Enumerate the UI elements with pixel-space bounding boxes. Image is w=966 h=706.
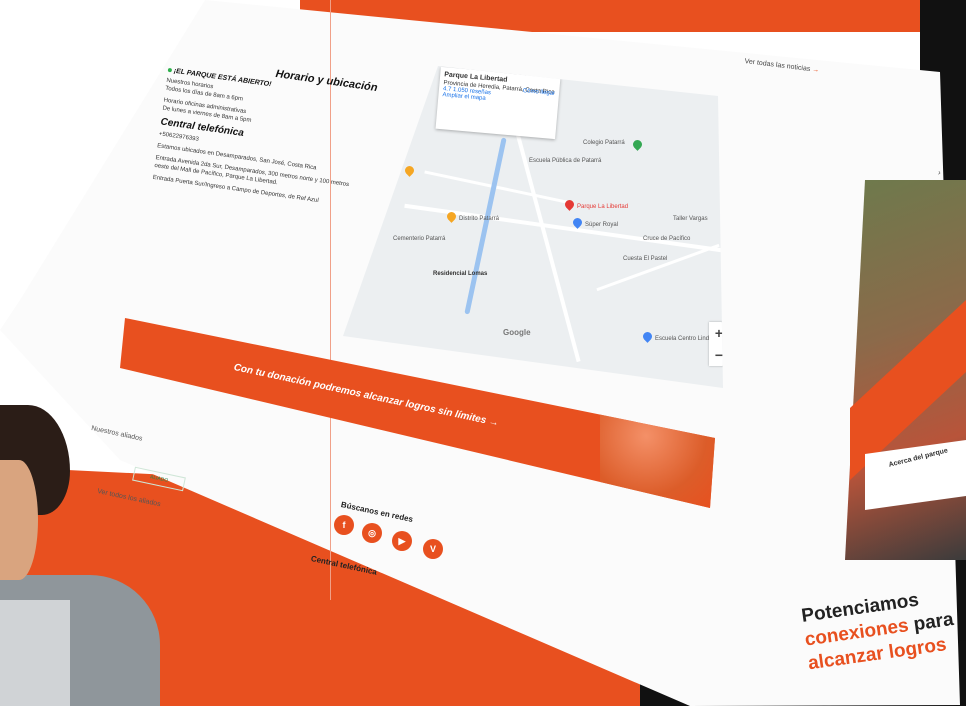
slogan-line-2b: para: [912, 608, 955, 636]
status-dot-icon: [167, 67, 173, 73]
promo-stage: Horario y ubicación ¡EL PARQUE ESTÁ ABIE…: [0, 0, 966, 706]
map-road: [596, 243, 720, 292]
facebook-icon[interactable]: f: [334, 515, 354, 535]
map-pin-food-icon[interactable]: [403, 164, 416, 177]
map-pin-school-icon[interactable]: [631, 138, 644, 151]
vimeo-icon[interactable]: V: [423, 539, 443, 559]
youtube-icon[interactable]: ▶: [392, 531, 412, 551]
person-photo-face: [0, 460, 38, 580]
person-photo-shirt-collar: [0, 600, 70, 706]
map-road: [509, 109, 581, 363]
map-label-school: Colegio Patarrá: [583, 140, 625, 146]
map-label-district: Distrito Patarrá: [459, 216, 500, 222]
arrow-right-icon: →: [811, 66, 820, 75]
arrow-right-icon: →: [161, 501, 170, 511]
map-label-school-2: Escuela Pública de Patarrá: [529, 158, 602, 164]
map-label-taller: Taller Vargas: [673, 216, 708, 222]
google-logo: Google: [503, 328, 531, 337]
map-label-cemetery: Cementerio Patarrá: [393, 236, 446, 242]
map-label-main: Parque La Libertad: [577, 204, 629, 210]
map-label-cuesta: Cuesta El Pastel: [623, 256, 668, 262]
instagram-icon[interactable]: ◎: [362, 523, 382, 543]
map-river: [464, 137, 507, 315]
map-label-residential: Residencial Lomas: [433, 271, 488, 277]
map-info-card: Parque La Libertad Provincia de Heredia,…: [435, 66, 561, 140]
map-pin-school-icon[interactable]: [641, 330, 654, 343]
map-label-cruce: Cruce de Pacífico: [643, 236, 691, 242]
map-label-store: Súper Royal: [585, 222, 619, 228]
